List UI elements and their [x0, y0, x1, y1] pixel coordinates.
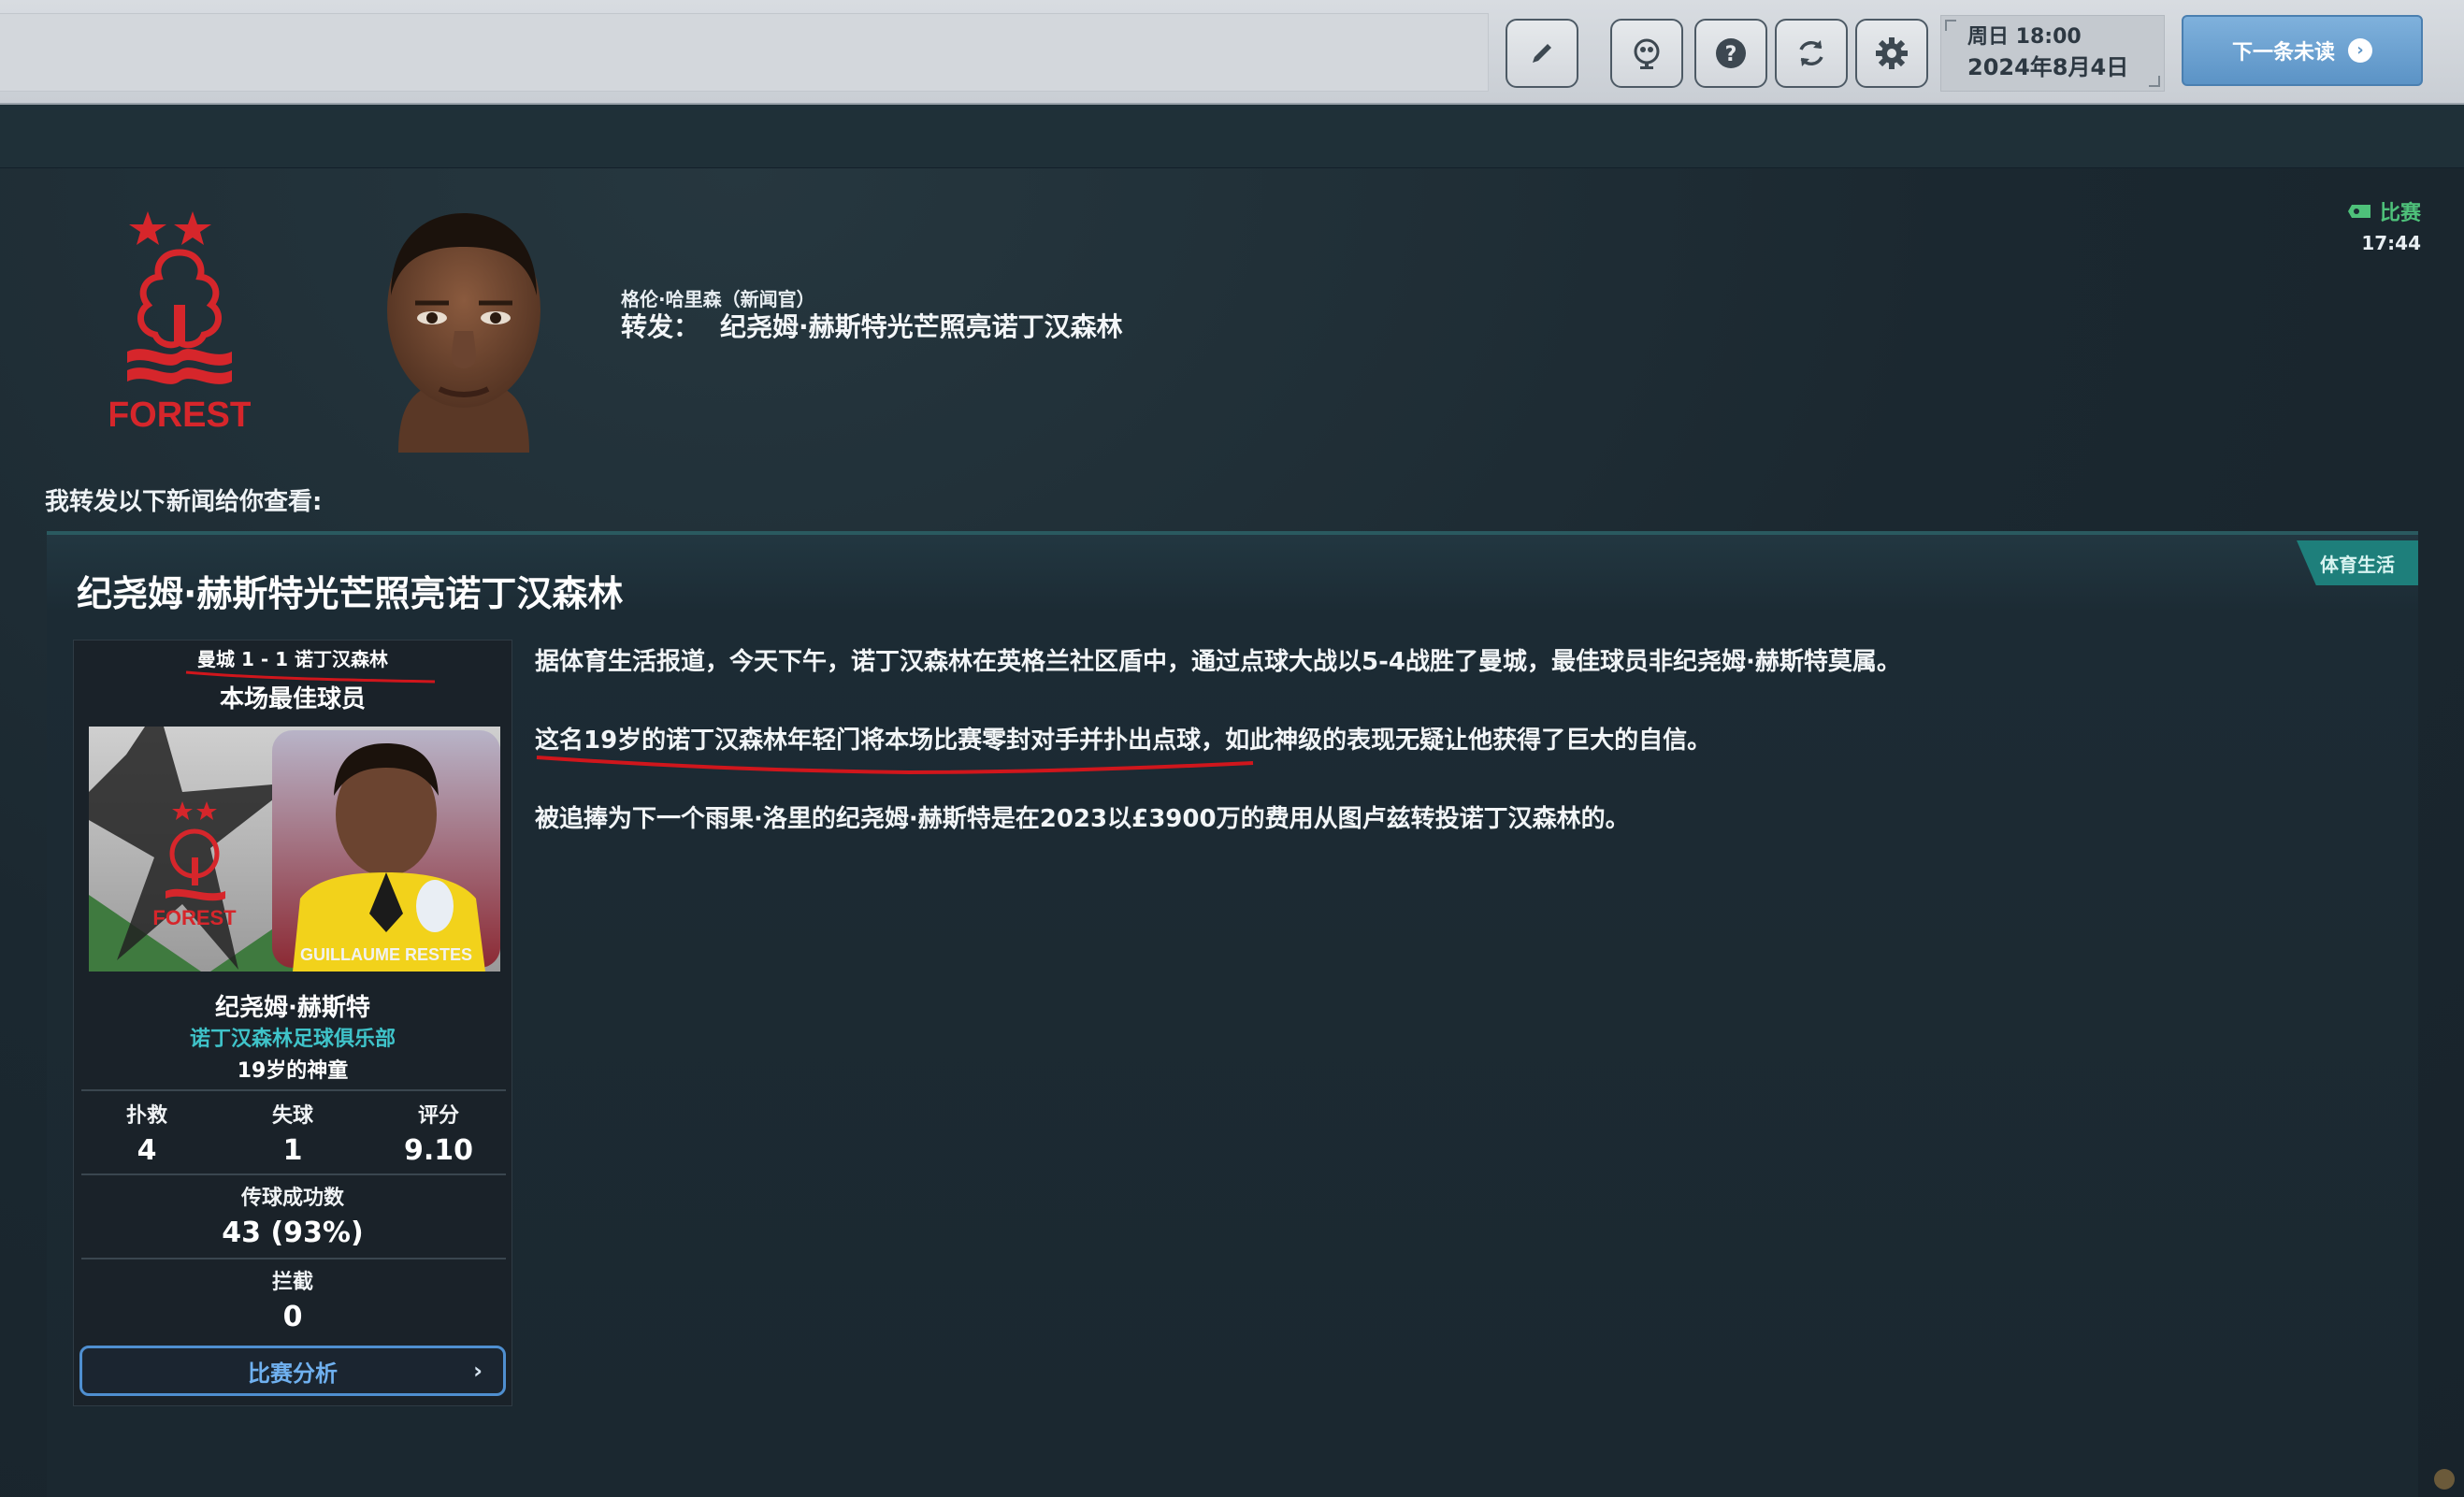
toolbar-left-panel	[0, 13, 1489, 92]
article-paragraph-highlighted: 这名19岁的诺丁汉森林年轻门将本场比赛零封对手并扑出点球，如此神级的表现无疑让他…	[535, 722, 2386, 775]
next-unread-label: 下一条未读	[2231, 41, 2335, 65]
stat-value: 0	[282, 1301, 303, 1333]
refresh-button[interactable]	[1775, 19, 1848, 88]
message-time: 17:44	[2361, 232, 2421, 254]
stats-divider	[81, 1089, 506, 1091]
pencil-icon	[1533, 44, 1551, 63]
chat-button[interactable]	[1610, 19, 1683, 88]
news-article-body: 据体育生活报道，今天下午，诺丁汉森林在英格兰社区盾中，通过点球大战以5-4战胜了…	[535, 643, 2386, 879]
news-article-card: 体育生活 纪尧姆·赫斯特光芒照亮诺丁汉森林 曼城 1 - 1 诺丁汉森林 本场最…	[47, 531, 2418, 1497]
article-paragraph: 被追捧为下一个雨果·洛里的纪尧姆·赫斯特是在2023以£3900万的费用从图卢兹…	[535, 805, 1630, 833]
stat-value: 43 (93%)	[222, 1216, 364, 1249]
red-pen-underline	[536, 756, 1254, 775]
player-name[interactable]: 纪尧姆·赫斯特	[74, 988, 512, 1023]
chevron-right-icon: ›	[2348, 38, 2372, 63]
date-day-time: 周日 18:00	[1967, 25, 2082, 49]
stats-divider	[81, 1258, 506, 1259]
top-toolbar: ? 周日 18:00 2024年8月4日 下一条未读 ›	[0, 0, 2464, 105]
gear-icon	[1876, 37, 1908, 69]
help-icon: ?	[1716, 38, 1746, 68]
stat-saves: 扑救 4	[74, 1099, 220, 1167]
message-subject: 转发： 纪尧姆·赫斯特光芒照亮诺丁汉森林	[621, 307, 1123, 344]
refresh-icon	[1799, 40, 1823, 66]
article-paragraph: 据体育生活报道，今天下午，诺丁汉森林在英格兰社区盾中，通过点球大战以5-4战胜了…	[535, 648, 1901, 676]
news-title: 纪尧姆·赫斯特光芒照亮诺丁汉森林	[77, 573, 624, 614]
club-crest-icon: FOREST	[110, 211, 251, 435]
stat-label: 拦截	[271, 1271, 313, 1294]
forward-note: 我转发以下新闻给你查看:	[45, 488, 323, 516]
news-source-tag: 体育生活	[2297, 540, 2418, 585]
chevron-right-icon: ›	[473, 1358, 483, 1384]
player-description: 19岁的神童	[237, 1059, 349, 1083]
stat-value: 9.10	[403, 1134, 474, 1167]
stat-label: 传球成功数	[240, 1187, 344, 1210]
watermark-logo-icon	[2434, 1469, 2455, 1490]
stat-rating: 评分 9.10	[366, 1099, 512, 1167]
settings-button[interactable]	[1855, 19, 1928, 88]
help-button[interactable]: ?	[1694, 19, 1767, 88]
photo-crest-text: FOREST	[152, 906, 237, 929]
category-label-row: 比赛	[2347, 196, 2421, 226]
svg-text:?: ?	[1725, 43, 1737, 66]
stat-passes: 传球成功数 43 (93%)	[74, 1181, 512, 1249]
date-full: 2024年8月4日	[1967, 54, 2129, 80]
match-analysis-label: 比赛分析	[248, 1360, 338, 1387]
stat-label: 扑救	[125, 1104, 167, 1128]
ticket-icon	[2347, 205, 2370, 218]
stat-value: 4	[137, 1134, 157, 1167]
chat-globe-icon	[1634, 38, 1660, 69]
subject-text: 纪尧姆·赫斯特光芒照亮诺丁汉森林	[720, 311, 1123, 342]
player-of-match-card: 曼城 1 - 1 诺丁汉森林 本场最佳球员 FOREST GUILLAUME R…	[73, 640, 512, 1406]
stat-label: 评分	[417, 1104, 459, 1128]
corner-bracket	[1945, 20, 1956, 31]
message-category-tag: 比赛 17:44	[2347, 196, 2421, 254]
stat-interceptions: 拦截 0	[74, 1265, 512, 1333]
stats-row: 扑救 4 失球 1 评分 9.10	[74, 1099, 512, 1167]
game-date-display[interactable]: 周日 18:00 2024年8月4日	[1940, 15, 2165, 92]
category-label: 比赛	[2379, 202, 2421, 225]
player-club-link[interactable]: 诺丁汉森林足球俱乐部	[74, 1022, 512, 1052]
player-photo: FOREST GUILLAUME RESTES	[89, 727, 500, 972]
match-score[interactable]: 曼城 1 - 1 诺丁汉森林	[74, 644, 512, 671]
stat-label: 失球	[271, 1104, 313, 1128]
photo-caption: GUILLAUME RESTES	[300, 945, 472, 964]
stats-divider	[81, 1173, 506, 1175]
inbox-message-view: FOREST 格伦·哈里森（新闻官） 转发： 纪尧姆·赫斯特光芒照亮诺丁汉森林 比…	[0, 168, 2464, 1497]
stat-value: 1	[282, 1134, 303, 1167]
club-crest-text: FOREST	[110, 396, 251, 435]
stat-conceded: 失球 1	[220, 1099, 366, 1167]
watermark	[2434, 1469, 2455, 1490]
subject-prefix: 转发：	[621, 311, 700, 342]
next-unread-button[interactable]: 下一条未读 ›	[2182, 15, 2423, 86]
sender-avatar	[387, 213, 540, 453]
sub-navigation-bar	[0, 105, 2464, 168]
edit-button[interactable]	[1506, 19, 1578, 88]
player-of-match-label: 本场最佳球员	[219, 685, 366, 713]
match-analysis-button[interactable]: 比赛分析 ›	[79, 1346, 506, 1396]
corner-bracket	[2149, 76, 2160, 87]
